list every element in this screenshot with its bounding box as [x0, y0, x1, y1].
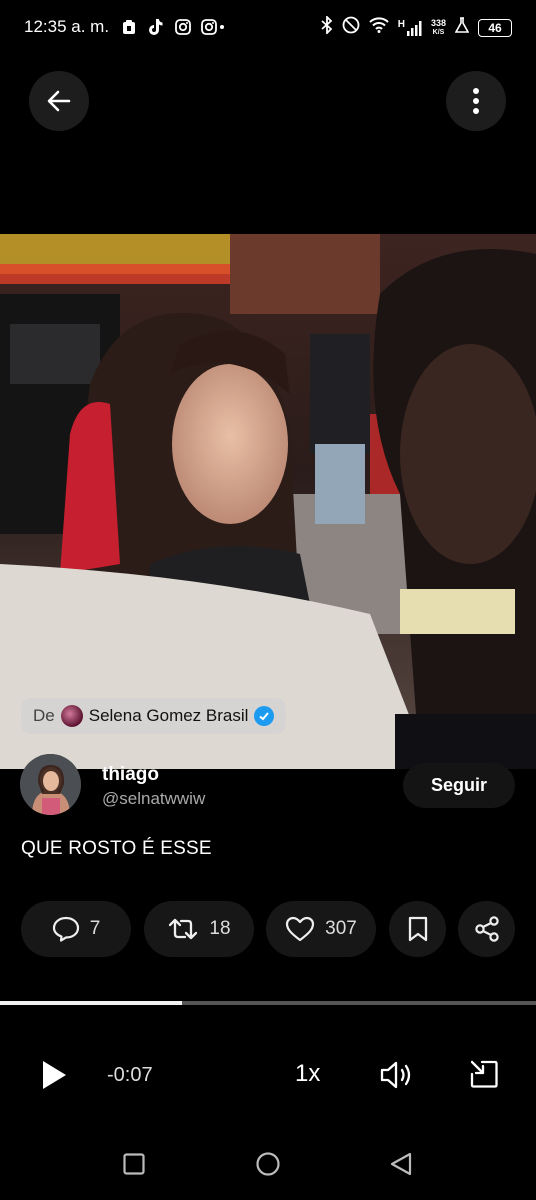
tiktok-icon	[147, 18, 163, 36]
user-display-name[interactable]: thiago	[102, 764, 159, 786]
play-icon	[43, 1061, 66, 1089]
arrow-left-icon	[47, 90, 71, 112]
recents-icon	[123, 1153, 145, 1175]
video-frame	[0, 234, 536, 769]
network-speed: 338 K/S	[430, 17, 446, 37]
more-vertical-icon	[473, 88, 479, 114]
like-count: 307	[325, 918, 357, 939]
bluetooth-icon	[321, 14, 333, 39]
recents-button[interactable]	[120, 1151, 148, 1177]
video-source-attribution[interactable]: De Selena Gomez Brasil	[21, 698, 287, 734]
avatar[interactable]	[20, 754, 81, 815]
repost-icon	[169, 918, 198, 940]
reply-count: 7	[89, 918, 101, 939]
status-bar: 12:35 a. m. H 338 K/S 46	[0, 0, 536, 56]
play-button[interactable]	[36, 1055, 72, 1095]
volume-button[interactable]	[377, 1056, 417, 1094]
network-type: H	[397, 18, 405, 30]
share-button[interactable]	[458, 901, 515, 957]
video-progress-fill	[0, 1001, 183, 1005]
instagram-icon	[201, 18, 225, 36]
avatar-image	[20, 754, 81, 815]
more-options-button[interactable]	[446, 71, 506, 131]
bookmark-icon	[408, 916, 427, 942]
video-player[interactable]	[0, 234, 536, 769]
signal-icon: H	[397, 18, 422, 36]
repost-count: 18	[209, 918, 231, 939]
source-prefix: De	[33, 706, 55, 725]
nav-back-button[interactable]	[387, 1151, 415, 1177]
picture-in-picture-button[interactable]	[466, 1056, 502, 1092]
speed-value: 338	[430, 17, 446, 28]
bookmark-button[interactable]	[389, 901, 446, 957]
video-progress-bar[interactable]	[0, 1001, 536, 1005]
clipboard-icon	[121, 18, 137, 36]
verified-badge-icon	[254, 706, 275, 726]
volume-icon	[380, 1061, 411, 1089]
home-icon	[256, 1152, 280, 1176]
home-button[interactable]	[254, 1151, 282, 1177]
lab-icon	[454, 17, 470, 38]
reply-icon	[52, 916, 79, 942]
battery-icon: 46	[478, 18, 512, 37]
instagram-icon	[175, 18, 191, 36]
status-time: 12:35 a. m.	[24, 17, 110, 36]
source-avatar	[60, 705, 83, 727]
back-icon	[390, 1152, 412, 1176]
back-button[interactable]	[29, 71, 89, 131]
speed-unit: K/S	[432, 28, 445, 36]
wifi-icon	[369, 17, 389, 38]
share-icon	[474, 916, 499, 942]
heart-icon	[286, 916, 315, 942]
user-handle[interactable]: @selnatwwiw	[102, 789, 205, 809]
follow-button[interactable]: Seguir	[403, 763, 515, 808]
source-name: Selena Gomez Brasil	[88, 706, 249, 725]
time-remaining: -0:07	[107, 1064, 153, 1086]
playback-speed-button[interactable]: 1x	[295, 1060, 320, 1088]
do-not-disturb-icon	[342, 16, 360, 39]
tweet-text: QUE ROSTO É ESSE	[21, 838, 212, 859]
minimize-video-icon	[470, 1060, 498, 1088]
reply-button[interactable]: 7	[21, 901, 131, 957]
repost-button[interactable]: 18	[144, 901, 254, 957]
like-button[interactable]: 307	[266, 901, 376, 957]
